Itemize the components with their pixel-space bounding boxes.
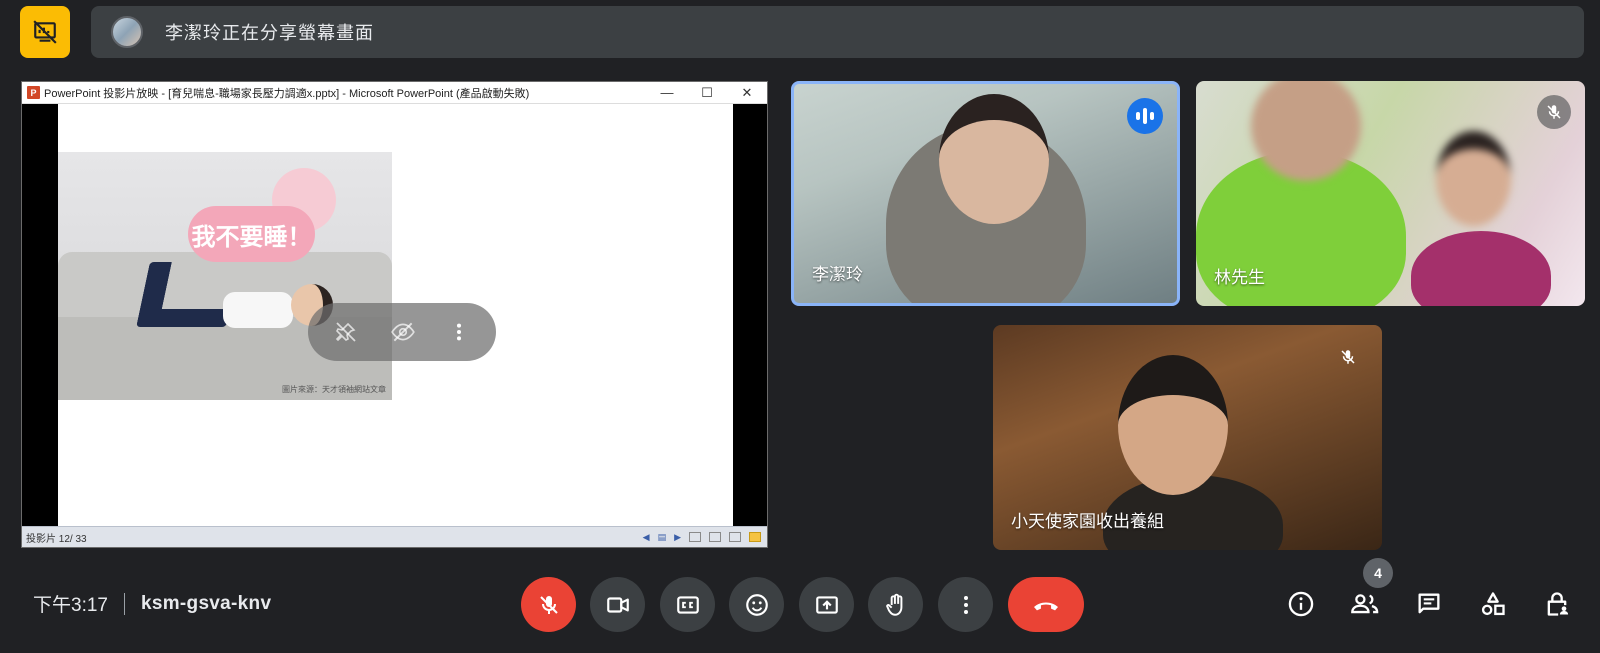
lock-person-icon <box>1547 592 1569 616</box>
pin-off-icon[interactable] <box>334 320 358 344</box>
participant-tile-1[interactable]: 李潔玲 <box>791 81 1180 306</box>
ppt-window-title: PowerPoint 投影片放映 - [育兒喘息-職場家長壓力調適x.pptx]… <box>44 87 530 100</box>
status-bar-icons: ◀ ▤ ▶ <box>643 532 761 543</box>
slide-speech-bubble: 我不要睡！ <box>188 206 315 262</box>
mic-off-icon <box>1537 95 1571 129</box>
powerpoint-logo-icon: P <box>27 86 40 99</box>
ppt-status-bar: 投影片 12/ 33 ◀ ▤ ▶ <box>22 526 767 547</box>
participant-video-figure-2 <box>1411 231 1551 306</box>
end-call-icon <box>1034 602 1058 610</box>
maximize-icon[interactable]: ☐ <box>687 85 727 101</box>
meeting-time: 下午3:17 <box>33 595 108 616</box>
participant-name: 李潔玲 <box>812 265 863 284</box>
slide-stage: 我不要睡！ 圖片來源：天才領袖網站文章 <box>22 104 767 528</box>
participant-tile-3[interactable]: 小天使家園收出養組 <box>993 325 1382 550</box>
ppt-titlebar: P PowerPoint 投影片放映 - [育兒喘息-職場家長壓力調適x.ppt… <box>22 82 767 104</box>
activities-shapes-icon <box>1481 592 1505 616</box>
slide-counter: 投影片 12/ 33 <box>26 533 87 545</box>
reading-view-icon[interactable] <box>729 532 741 542</box>
normal-view-icon[interactable] <box>689 532 701 542</box>
screen-share-banner: 李潔玲正在分享螢幕畫面 <box>91 6 1584 58</box>
meeting-details-button[interactable] <box>1285 588 1317 620</box>
shared-screen-window[interactable]: P PowerPoint 投影片放映 - [育兒喘息-職場家長壓力調適x.ppt… <box>21 81 768 548</box>
slide-menu-icon[interactable]: ▤ <box>658 532 667 543</box>
more-vert-icon <box>963 595 968 614</box>
participant-video-face-2 <box>1436 131 1511 226</box>
meeting-info: 下午3:17 ksm-gsva-knv <box>33 590 271 617</box>
info-divider <box>123 592 125 615</box>
present-now-button[interactable] <box>799 577 854 632</box>
chat-icon <box>1418 593 1440 614</box>
participant-video-face <box>939 94 1049 224</box>
next-slide-icon[interactable]: ▶ <box>674 532 681 543</box>
emoji-icon <box>745 593 768 616</box>
participant-video-face <box>1118 355 1228 495</box>
camera-toggle-button[interactable] <box>590 577 645 632</box>
reactions-button[interactable] <box>729 577 784 632</box>
chat-button[interactable] <box>1413 588 1445 620</box>
no-presentation-icon <box>33 20 57 44</box>
speaking-indicator-icon <box>1127 98 1163 134</box>
hand-icon <box>885 593 902 616</box>
mic-off-icon <box>1336 345 1360 369</box>
leave-call-button[interactable] <box>1008 577 1084 632</box>
child-figure-body <box>223 292 293 328</box>
minimize-icon[interactable]: — <box>647 85 687 100</box>
close-icon[interactable]: ✕ <box>727 85 767 101</box>
photo-credit: 圖片來源：天才領袖網站文章 <box>282 385 386 394</box>
slide-photo: 我不要睡！ 圖片來源：天才領袖網站文章 <box>58 152 392 400</box>
more-options-button[interactable] <box>938 577 993 632</box>
presenter-avatar <box>111 16 143 48</box>
info-icon <box>1288 591 1314 617</box>
host-controls-button[interactable] <box>1541 588 1573 620</box>
people-button[interactable] <box>1349 588 1381 620</box>
slide-sorter-icon[interactable] <box>709 532 721 542</box>
people-icon <box>1351 594 1379 614</box>
participant-name: 小天使家園收出養組 <box>1011 512 1164 531</box>
presentation-overlay-controls <box>308 303 496 361</box>
meeting-code: ksm-gsva-knv <box>140 592 272 614</box>
closed-captions-icon <box>676 595 699 614</box>
microphone-toggle-button[interactable] <box>521 577 576 632</box>
slideshow-view-icon[interactable] <box>749 532 761 542</box>
captions-button[interactable] <box>660 577 715 632</box>
presentation-indicator-button[interactable] <box>20 6 70 58</box>
visibility-off-icon[interactable] <box>390 319 416 345</box>
activities-button[interactable] <box>1477 588 1509 620</box>
screen-share-text: 李潔玲正在分享螢幕畫面 <box>165 23 374 43</box>
participant-tile-2[interactable]: 林先生 <box>1196 81 1585 306</box>
more-options-icon[interactable] <box>448 321 470 343</box>
present-screen-icon <box>815 595 838 614</box>
camera-icon <box>606 596 629 613</box>
mic-off-icon <box>539 595 558 614</box>
participant-name: 林先生 <box>1214 268 1265 287</box>
participant-count-badge: 4 <box>1363 558 1393 588</box>
previous-slide-icon[interactable]: ◀ <box>643 532 650 543</box>
raise-hand-button[interactable] <box>868 577 923 632</box>
